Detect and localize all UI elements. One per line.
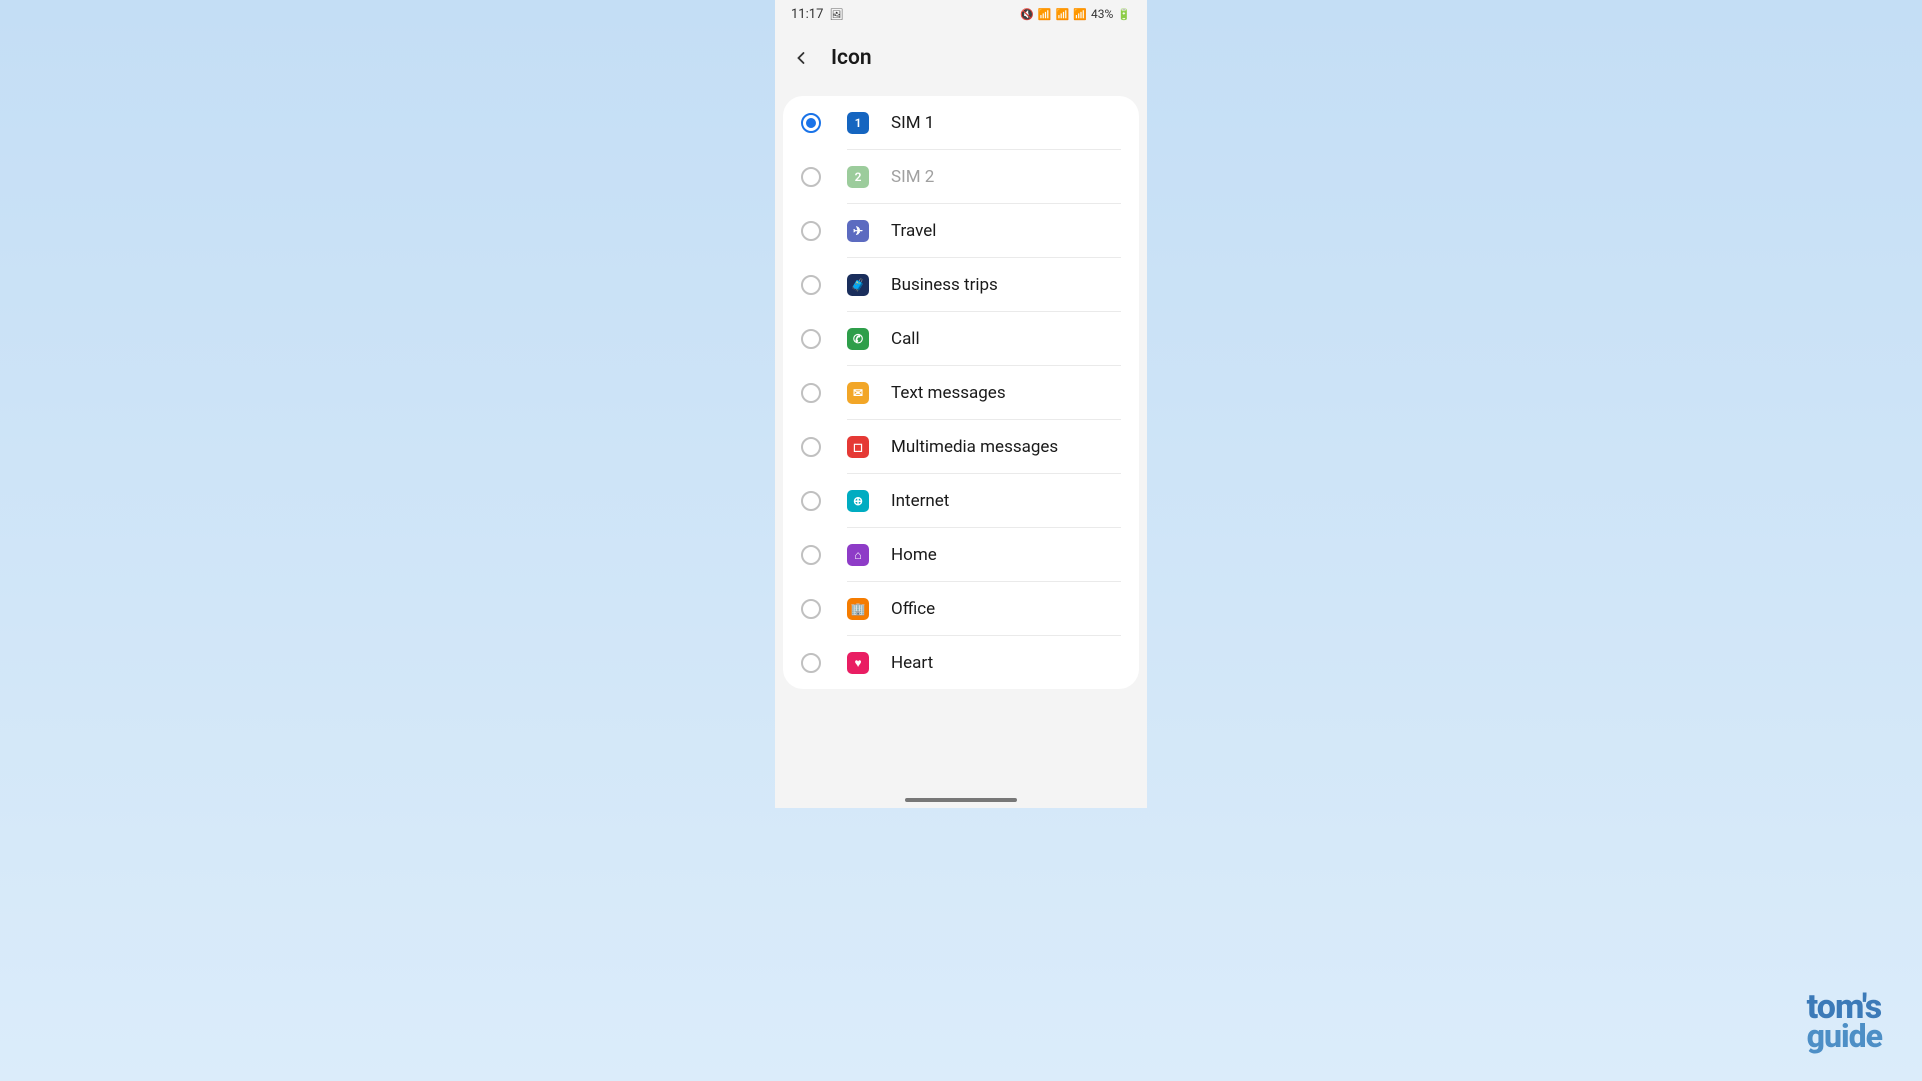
signal-icon-1: 📶 (1056, 8, 1070, 21)
radio-button[interactable] (801, 437, 821, 457)
wifi-icon: 📶 (1038, 8, 1052, 21)
call-icon: ✆ (847, 328, 869, 350)
icon-row[interactable]: ⌂ Home (783, 528, 1139, 581)
icon-row[interactable]: ✆ Call (783, 312, 1139, 365)
icon-row[interactable]: ♥ Heart (783, 636, 1139, 689)
icon-row-label: Business trips (891, 275, 998, 295)
icon-row-label: Internet (891, 491, 949, 511)
icon-row-label: Heart (891, 653, 933, 673)
icon-row[interactable]: 2 SIM 2 (783, 150, 1139, 203)
business-trips-icon: 🧳 (847, 274, 869, 296)
icon-list: 1 SIM 1 2 SIM 2 ✈ Travel 🧳 Business trips ✆ Call ✉… (783, 96, 1139, 689)
radio-button[interactable] (801, 599, 821, 619)
icon-row[interactable]: ◻ Multimedia messages (783, 420, 1139, 473)
sim2-icon: 2 (847, 166, 869, 188)
icon-row[interactable]: 🧳 Business trips (783, 258, 1139, 311)
icon-row-label: Home (891, 545, 937, 565)
phone-screen: 11:17 🖼 🔇 📶 📶 📶 43% 🔋 Icon 1 SIM 1 2 SIM 2 ✈… (775, 0, 1147, 808)
icon-row-label: SIM 1 (891, 113, 934, 133)
watermark: tom's guide (1807, 992, 1882, 1051)
radio-button[interactable] (801, 545, 821, 565)
page-title: Icon (831, 46, 872, 70)
battery-text: 43% (1091, 7, 1113, 21)
signal-icon-2: 📶 (1073, 8, 1087, 21)
header: Icon (775, 28, 1147, 88)
radio-button[interactable] (801, 167, 821, 187)
battery-icon: 🔋 (1117, 8, 1131, 21)
icon-row-label: Call (891, 329, 920, 349)
icon-row[interactable]: ✈ Travel (783, 204, 1139, 257)
radio-button[interactable] (801, 221, 821, 241)
mute-icon: 🔇 (1020, 8, 1034, 21)
text-messages-icon: ✉ (847, 382, 869, 404)
radio-button[interactable] (801, 329, 821, 349)
icon-row-label: Travel (891, 221, 936, 241)
icon-row[interactable]: ⊕ Internet (783, 474, 1139, 527)
home-indicator[interactable] (905, 798, 1017, 802)
back-button[interactable] (789, 46, 813, 70)
radio-button[interactable] (801, 383, 821, 403)
radio-button[interactable] (801, 653, 821, 673)
icon-row-label: SIM 2 (891, 167, 934, 187)
status-time: 11:17 (791, 7, 823, 22)
icon-row-label: Multimedia messages (891, 437, 1058, 457)
travel-icon: ✈ (847, 220, 869, 242)
office-icon: 🏢 (847, 598, 869, 620)
radio-button[interactable] (801, 275, 821, 295)
status-bar: 11:17 🖼 🔇 📶 📶 📶 43% 🔋 (775, 0, 1147, 28)
icon-row[interactable]: ✉ Text messages (783, 366, 1139, 419)
icon-row[interactable]: 1 SIM 1 (783, 96, 1139, 149)
radio-button[interactable] (801, 113, 821, 133)
home-icon: ⌂ (847, 544, 869, 566)
icon-row-label: Office (891, 599, 935, 619)
heart-icon: ♥ (847, 652, 869, 674)
picture-icon: 🖼 (829, 8, 843, 21)
icon-row[interactable]: 🏢 Office (783, 582, 1139, 635)
internet-icon: ⊕ (847, 490, 869, 512)
watermark-line2: guide (1807, 1022, 1882, 1051)
sim1-icon: 1 (847, 112, 869, 134)
radio-button[interactable] (801, 491, 821, 511)
chevron-left-icon (791, 48, 811, 68)
icon-row-label: Text messages (891, 383, 1006, 403)
multimedia-messages-icon: ◻ (847, 436, 869, 458)
